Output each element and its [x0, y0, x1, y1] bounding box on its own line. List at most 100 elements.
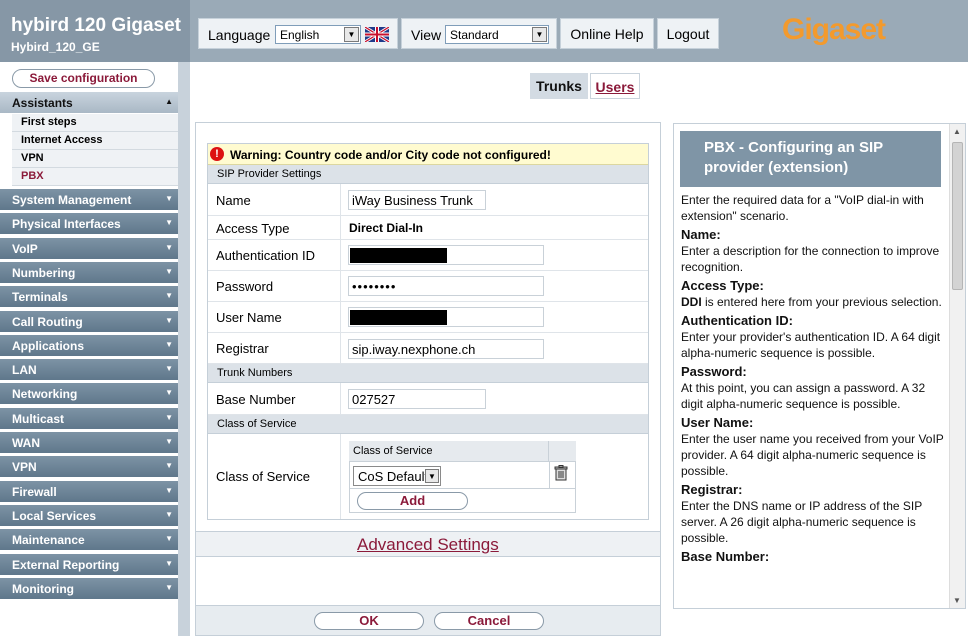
language-select[interactable]: English ▼: [275, 25, 361, 44]
access-type-value: Direct Dial-In: [349, 221, 424, 235]
registrar-value: sip.iway.nexphone.ch: [352, 342, 476, 357]
advanced-settings-link[interactable]: Advanced Settings: [357, 535, 499, 555]
sidebar-item-label: Networking: [12, 387, 78, 401]
chevron-down-icon[interactable]: ▼: [532, 27, 547, 42]
sidebar-item-lan[interactable]: LAN ▼: [0, 359, 178, 381]
online-help-button[interactable]: Online Help: [560, 18, 654, 49]
section-title: Trunk Numbers: [217, 367, 293, 379]
chevron-down-icon: ▼: [165, 413, 173, 422]
chevron-down-icon: ▼: [165, 534, 173, 543]
registrar-label: Registrar: [216, 341, 269, 356]
sidebar-item-assistants[interactable]: Assistants ▲: [0, 92, 178, 114]
trash-icon[interactable]: [553, 465, 569, 481]
sidebar-item-system-management[interactable]: System Management ▼: [0, 189, 178, 211]
section-title: SIP Provider Settings: [217, 168, 322, 180]
tab-users[interactable]: Users: [590, 73, 640, 99]
section-header-trunk-numbers: Trunk Numbers: [208, 364, 648, 383]
gigaset-logo: Gigaset: [782, 13, 886, 46]
view-select[interactable]: Standard ▼: [445, 25, 549, 44]
help-term: Access Type:: [681, 278, 764, 293]
help-text: DDI is entered here from your previous s…: [681, 295, 942, 309]
sidebar-item-physical-interfaces[interactable]: Physical Interfaces ▼: [0, 213, 178, 235]
sidebar-item-label: Firewall: [12, 485, 57, 499]
scroll-thumb[interactable]: [952, 142, 963, 290]
sidebar-item-maintenance[interactable]: Maintenance ▼: [0, 529, 178, 551]
ok-button[interactable]: OK: [314, 612, 424, 630]
sidebar-item-terminals[interactable]: Terminals ▼: [0, 286, 178, 308]
chevron-down-icon: ▼: [165, 510, 173, 519]
help-text: Enter the DNS name or IP address of the …: [681, 499, 923, 545]
cancel-button[interactable]: Cancel: [434, 612, 544, 630]
user-name-field[interactable]: [348, 307, 544, 327]
help-term: Authentication ID:: [681, 313, 793, 328]
scroll-down-icon[interactable]: ▼: [953, 596, 961, 605]
tab-trunks[interactable]: Trunks: [530, 73, 588, 99]
sidebar-subitem-vpn[interactable]: VPN: [12, 150, 178, 168]
sidebar-item-multicast[interactable]: Multicast ▼: [0, 408, 178, 430]
chevron-down-icon: ▼: [165, 243, 173, 252]
cos-select[interactable]: CoS Default ▼: [353, 466, 441, 486]
chevron-down-icon[interactable]: ▼: [344, 27, 359, 42]
chevron-down-icon: ▼: [165, 388, 173, 397]
registrar-field[interactable]: sip.iway.nexphone.ch: [348, 339, 544, 359]
sidebar-item-local-services[interactable]: Local Services ▼: [0, 505, 178, 527]
add-button[interactable]: Add: [357, 492, 468, 510]
language-value: English: [280, 28, 320, 42]
access-type-label: Access Type: [216, 221, 290, 236]
brand-block: hybird 120 Gigaset Hybird_120_GE: [0, 0, 190, 62]
sidebar-subitem-first-steps[interactable]: First steps: [12, 114, 178, 132]
password-value: ••••••••: [352, 279, 397, 294]
sidebar-item-label: Call Routing: [12, 315, 83, 329]
base-number-field[interactable]: 027527: [348, 389, 486, 409]
password-field[interactable]: ••••••••: [348, 276, 544, 296]
redacted-value: [350, 248, 447, 263]
row-access-type: Access Type: [208, 216, 648, 240]
chevron-down-icon[interactable]: ▼: [425, 469, 439, 483]
user-name-label: User Name: [216, 310, 282, 325]
column-header-label: Class of Service: [353, 445, 433, 457]
language-box: Language English ▼: [198, 18, 398, 49]
button-bar: [196, 605, 660, 635]
sidebar-item-label: Terminals: [12, 290, 68, 304]
cos-column-header: Class of Service: [349, 441, 549, 461]
section-header-cos: Class of Service: [208, 415, 648, 434]
sidebar-subitem-internet-access[interactable]: Internet Access: [12, 132, 178, 150]
sidebar-subitem-pbx[interactable]: PBX: [12, 168, 178, 186]
logout-button[interactable]: Logout: [657, 18, 719, 49]
sidebar-item-label: External Reporting: [12, 558, 120, 572]
sidebar-item-label: Physical Interfaces: [12, 217, 121, 231]
help-text: Enter your provider's authentication ID.…: [681, 330, 941, 360]
help-text: Enter the user name you received from yo…: [681, 432, 944, 478]
sidebar-subitem-label: PBX: [21, 170, 44, 182]
auth-id-field[interactable]: [348, 245, 544, 265]
sidebar-item-external-reporting[interactable]: External Reporting ▼: [0, 554, 178, 576]
sidebar-item-call-routing[interactable]: Call Routing ▼: [0, 311, 178, 333]
password-label: Password: [216, 279, 274, 294]
view-box: View Standard ▼: [401, 18, 557, 49]
sidebar-item-vpn[interactable]: VPN ▼: [0, 456, 178, 478]
sidebar-item-numbering[interactable]: Numbering ▼: [0, 262, 178, 284]
help-text: Enter a description for the connection t…: [681, 244, 940, 274]
warning-text: Warning: Country code and/or City code n…: [230, 148, 551, 162]
sidebar-item-label: WAN: [12, 436, 40, 450]
view-value: Standard: [450, 28, 499, 42]
sidebar-item-wan[interactable]: WAN ▼: [0, 432, 178, 454]
scroll-up-icon[interactable]: ▲: [953, 127, 961, 136]
sidebar-item-firewall[interactable]: Firewall ▼: [0, 481, 178, 503]
warning-icon: !: [210, 147, 224, 161]
sidebar-item-networking[interactable]: Networking ▼: [0, 383, 178, 405]
name-field[interactable]: iWay Business Trunk: [348, 190, 486, 210]
sidebar-item-voip[interactable]: VoIP ▼: [0, 238, 178, 260]
help-scrollbar[interactable]: ▲ ▼: [949, 124, 965, 608]
help-body: Enter the required data for a "VoIP dial…: [681, 192, 947, 565]
sidebar-item-label: System Management: [12, 193, 132, 207]
view-label: View: [411, 27, 442, 43]
sidebar-item-label: Monitoring: [12, 582, 74, 596]
save-configuration-button[interactable]: Save configuration: [12, 69, 155, 88]
uk-flag-icon[interactable]: [365, 27, 389, 42]
chevron-down-icon: ▼: [165, 194, 173, 203]
cos-column-header-actions: [549, 441, 576, 461]
sidebar-item-monitoring[interactable]: Monitoring ▼: [0, 578, 178, 600]
sidebar-item-applications[interactable]: Applications ▼: [0, 335, 178, 357]
base-number-value: 027527: [352, 392, 396, 407]
